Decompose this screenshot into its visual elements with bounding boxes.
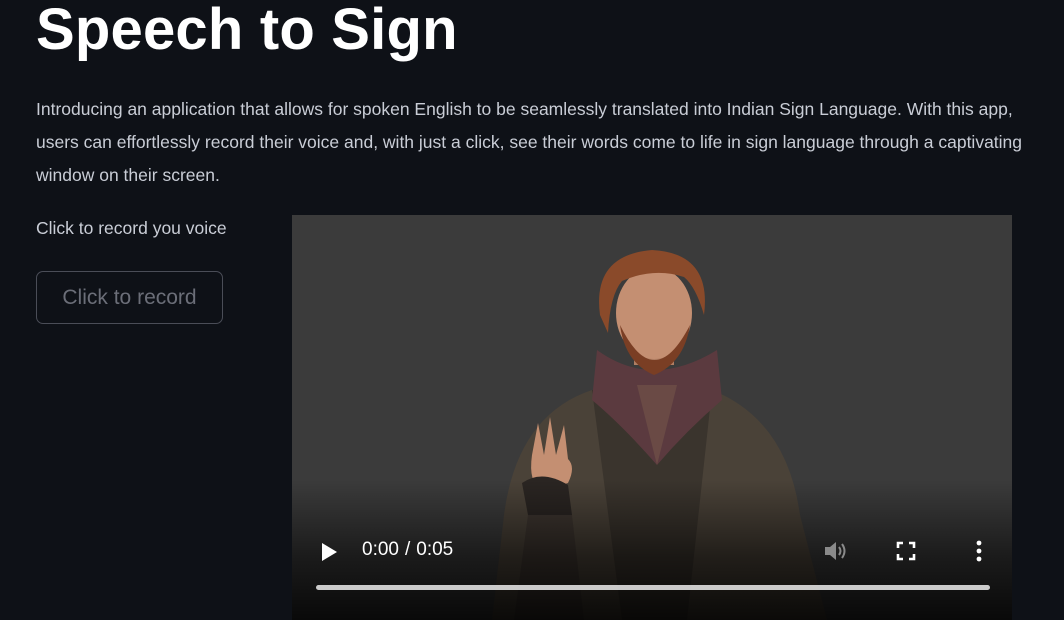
- progress-bar[interactable]: [316, 585, 990, 590]
- fullscreen-button[interactable]: [890, 535, 922, 567]
- volume-button[interactable]: [820, 535, 852, 567]
- time-separator: /: [404, 539, 411, 560]
- app-page: Speech to Sign Introducing an applicatio…: [0, 0, 1064, 620]
- more-options-icon: [976, 540, 982, 562]
- record-button[interactable]: Click to record: [36, 271, 223, 324]
- sign-language-video-player[interactable]: 0:00/0:05: [292, 215, 1012, 620]
- time-display: 0:00/0:05: [362, 539, 453, 561]
- current-time: 0:00: [362, 539, 399, 560]
- more-options-button[interactable]: [964, 535, 994, 567]
- duration: 0:05: [416, 539, 454, 560]
- fullscreen-icon: [896, 541, 916, 561]
- play-icon: [322, 543, 337, 561]
- intro-paragraph: Introducing an application that allows f…: [36, 99, 1023, 185]
- volume-icon: [825, 542, 846, 560]
- play-button[interactable]: [314, 537, 344, 567]
- record-instruction-label: Click to record you voice: [36, 218, 227, 238]
- page-title: Speech to Sign: [36, 0, 458, 62]
